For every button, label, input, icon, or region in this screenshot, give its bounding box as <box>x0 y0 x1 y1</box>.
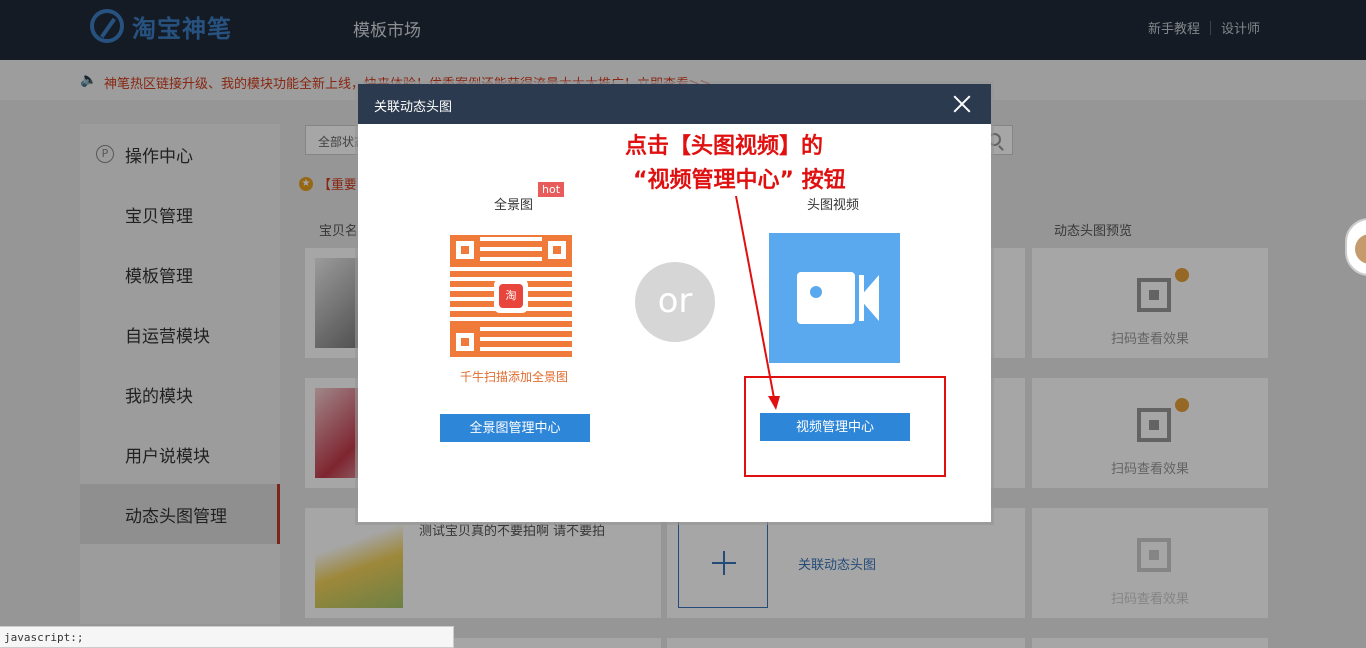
modal-title: 关联动态头图 <box>374 100 453 115</box>
qr-finder <box>450 235 480 265</box>
panorama-label: 全景图 <box>494 198 534 213</box>
video-camera-icon <box>797 272 855 324</box>
hot-badge: hot <box>538 182 565 197</box>
annotation-text-line1: 点击【头图视频】的 <box>625 134 824 159</box>
taobao-logo-icon: 淘 <box>494 279 528 313</box>
panorama-qr-code: 淘 <box>450 235 572 357</box>
qr-finder <box>542 235 572 265</box>
qr-finder <box>450 327 480 357</box>
browser-status-bar: javascript:; <box>0 626 454 648</box>
qr-caption: 千牛扫描添加全景图 <box>460 370 569 384</box>
annotation-text-line2: “视频管理中心” 按钮 <box>633 168 846 193</box>
annotation-highlight-box <box>744 376 946 477</box>
link-dynamic-header-modal: 关联动态头图 点击【头图视频】的 “视频管理中心” 按钮 全景图 hot 淘 千… <box>358 84 991 522</box>
or-divider: or <box>635 262 715 342</box>
video-tile <box>769 233 900 363</box>
camera-lens-icon <box>859 275 879 321</box>
close-icon[interactable] <box>953 95 971 113</box>
qr-center-label: 淘 <box>499 284 523 308</box>
modal-header: 关联动态头图 <box>358 84 991 124</box>
panorama-manage-button[interactable]: 全景图管理中心 <box>440 414 590 442</box>
video-label: 头图视频 <box>807 198 860 213</box>
